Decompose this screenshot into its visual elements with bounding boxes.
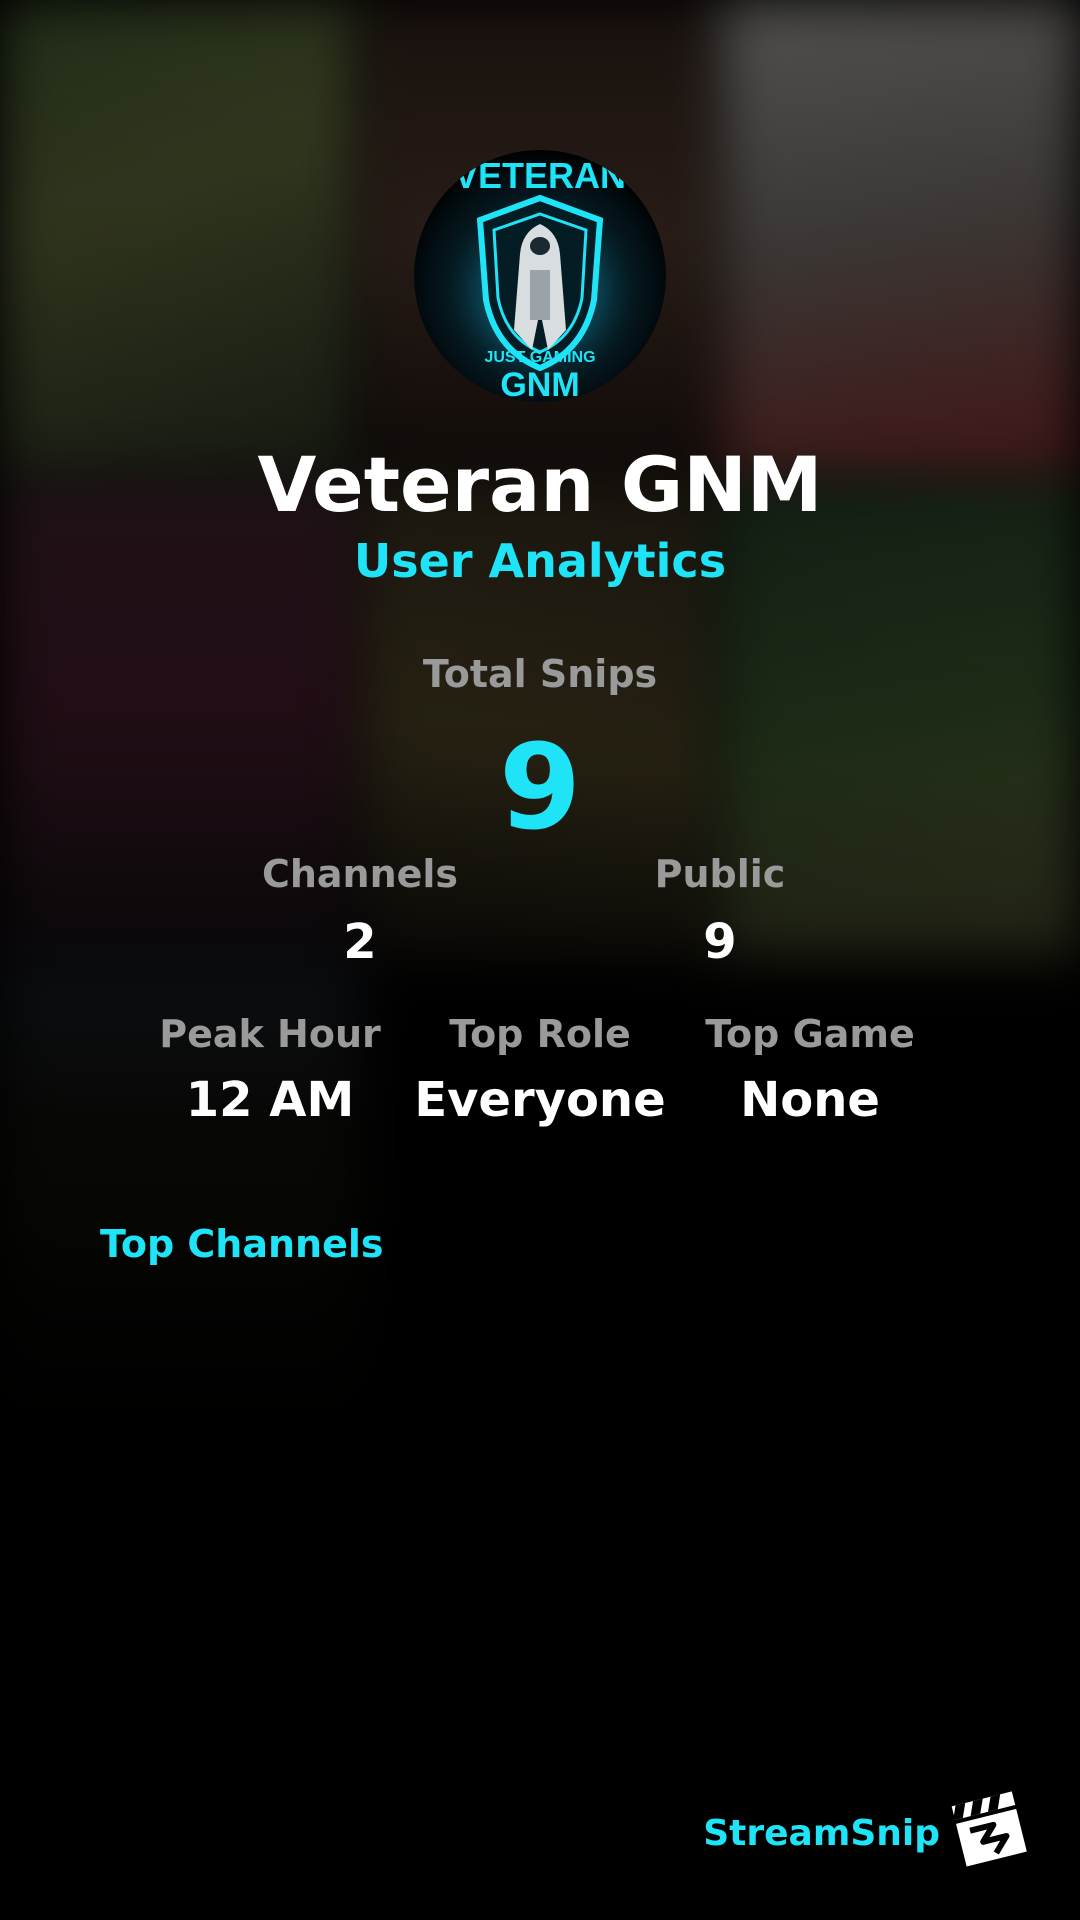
public-label: Public: [654, 852, 786, 896]
top-role-stat: Top Role Everyone: [400, 1012, 680, 1128]
peak-hour-label: Peak Hour: [159, 1012, 381, 1056]
total-snips-label: Total Snips: [422, 652, 658, 696]
total-snips-value: 9: [498, 718, 582, 856]
top-game-label: Top Game: [705, 1012, 915, 1056]
svg-text:GNM: GNM: [500, 366, 579, 402]
public-stat: Public 9: [600, 852, 840, 970]
channels-stat: Channels 2: [240, 852, 480, 970]
top-game-stat: Top Game None: [670, 1012, 950, 1128]
public-value: 9: [703, 914, 737, 970]
peak-hour-value: 12 AM: [185, 1072, 355, 1128]
brand-name: StreamSnip: [703, 1813, 940, 1854]
peak-hour-stat: Peak Hour 12 AM: [130, 1012, 410, 1128]
veteran-gnm-logo: VETERAN JUST GAMING GNM: [430, 155, 650, 402]
page-subtitle: User Analytics: [353, 534, 727, 588]
top-channels-heading: Top Channels: [100, 1222, 384, 1266]
top-game-value: None: [740, 1072, 880, 1128]
clapperboard-icon: [951, 1791, 1027, 1867]
avatar: VETERAN JUST GAMING GNM: [414, 150, 666, 402]
channels-label: Channels: [261, 852, 459, 896]
user-name: Veteran GNM: [257, 440, 823, 529]
svg-text:JUST GAMING: JUST GAMING: [484, 349, 595, 366]
top-role-value: Everyone: [414, 1072, 666, 1128]
channels-value: 2: [343, 914, 377, 970]
top-role-label: Top Role: [449, 1012, 631, 1056]
